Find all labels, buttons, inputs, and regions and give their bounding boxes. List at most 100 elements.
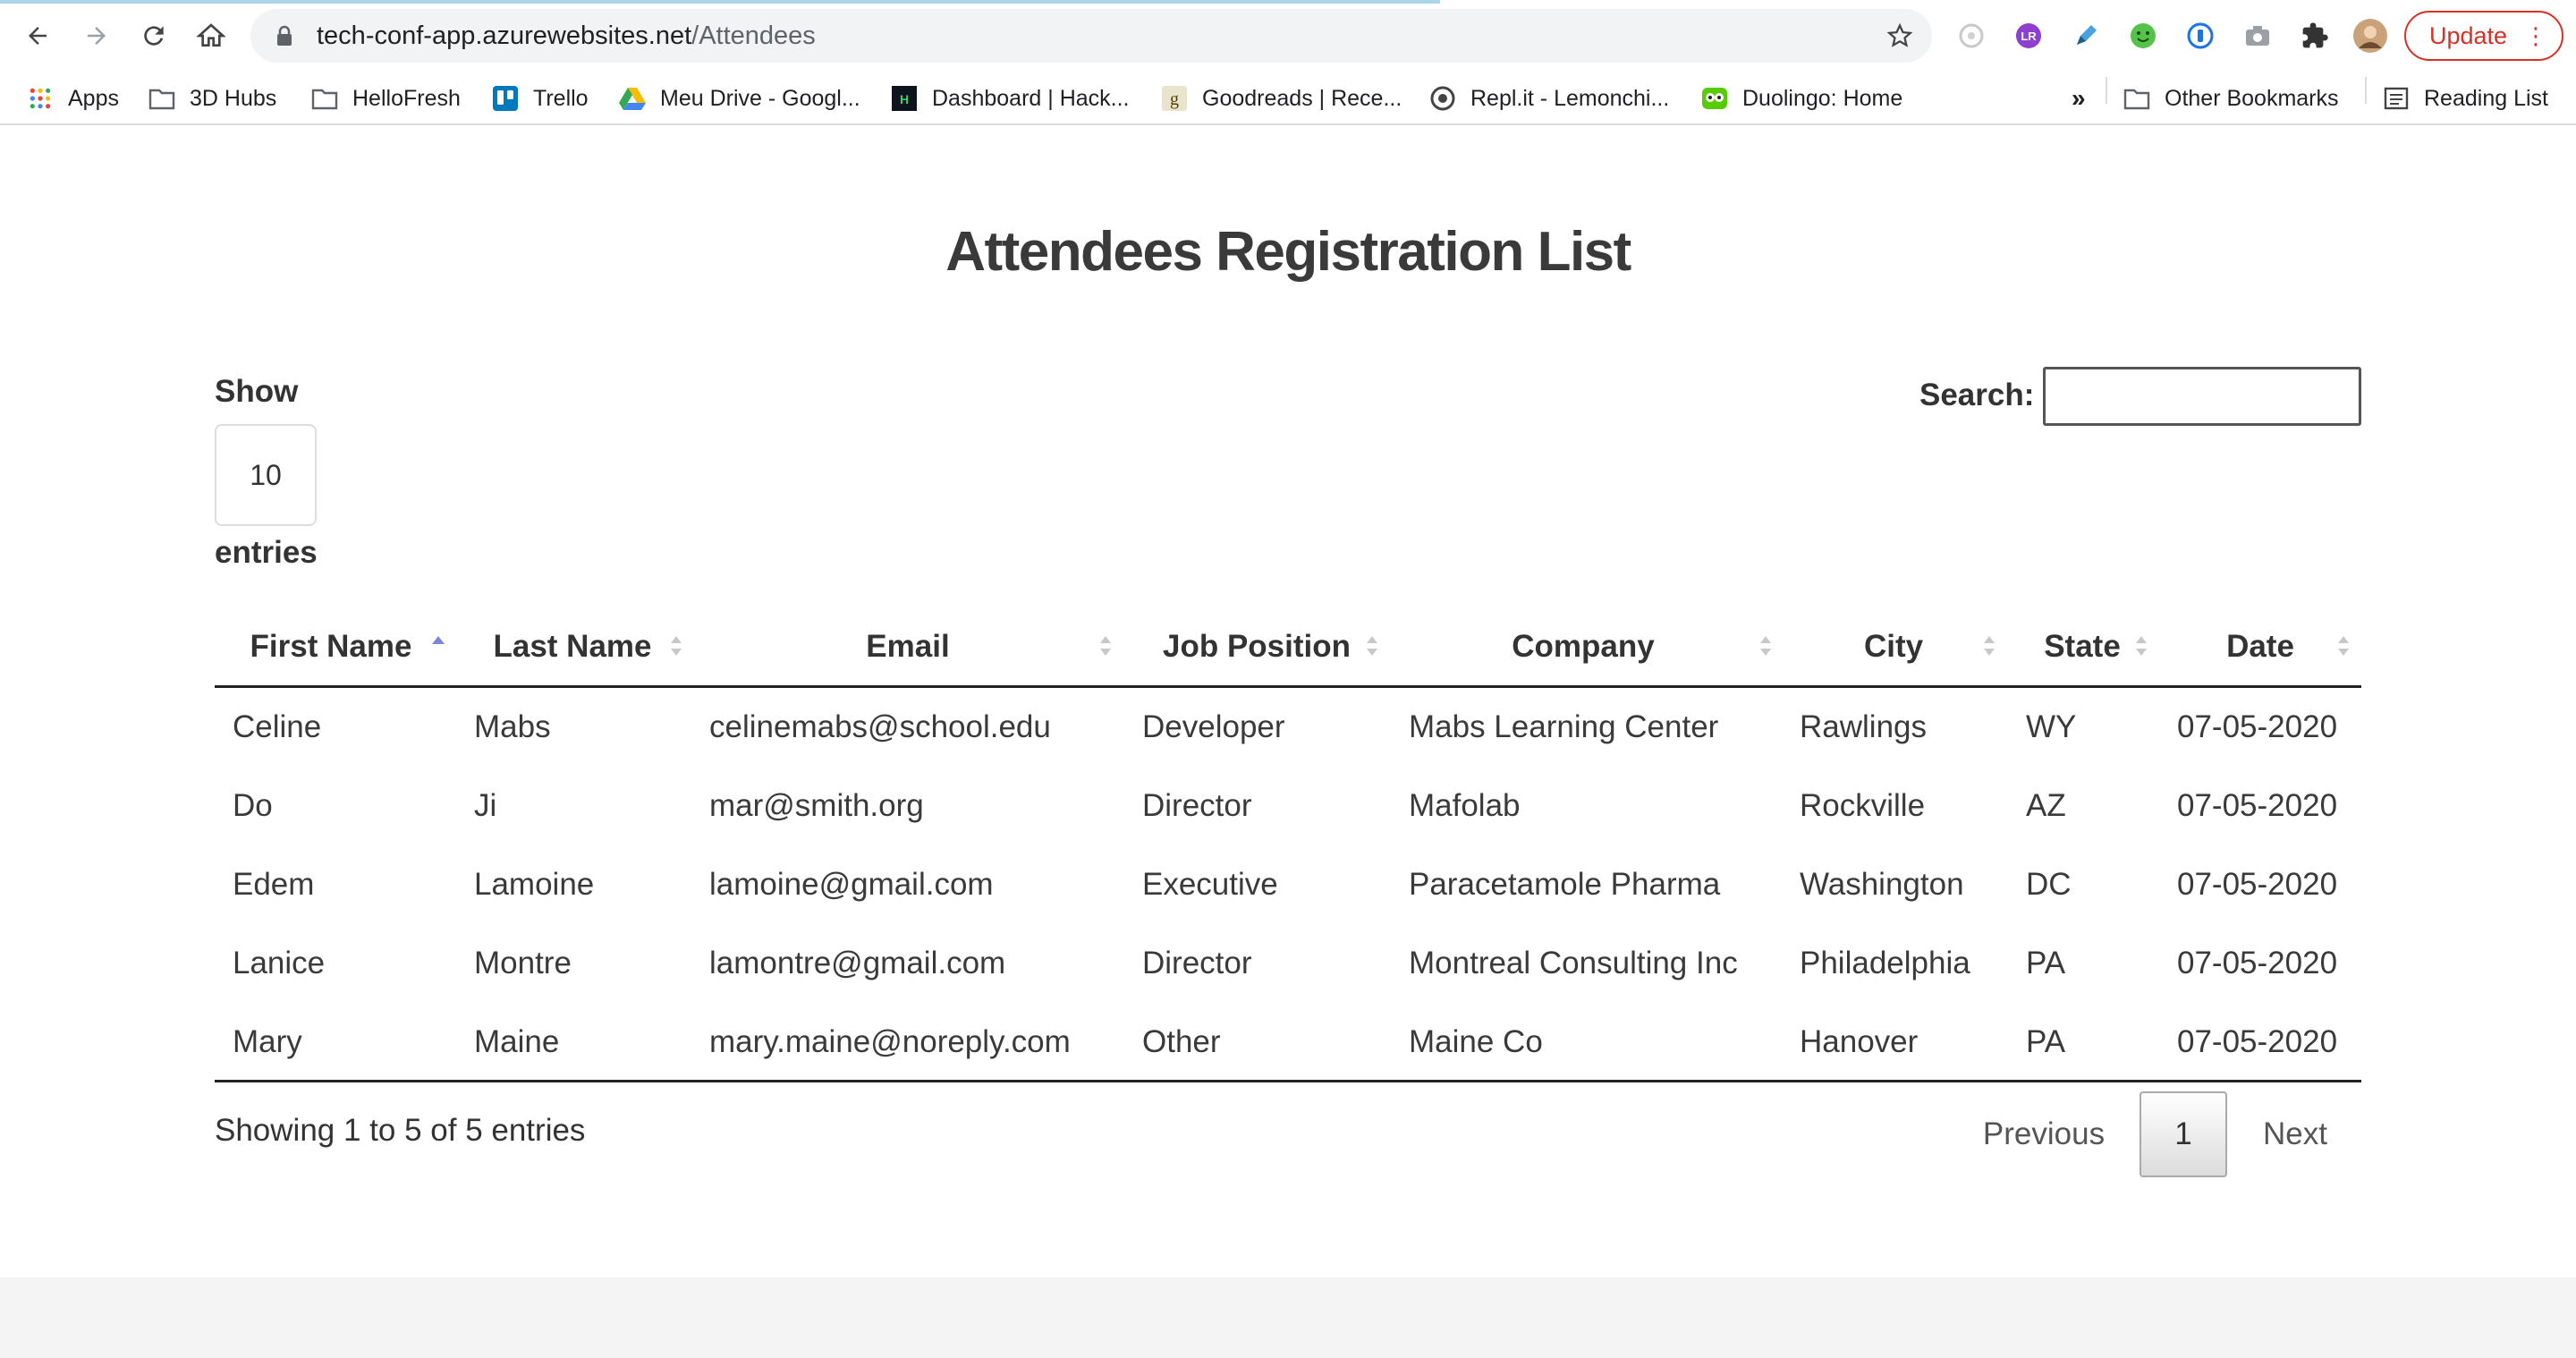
column-header-company[interactable]: Company [1449, 617, 1717, 676]
bookmarks-overflow-button[interactable]: » [2072, 72, 2086, 125]
column-header-email[interactable]: Email [787, 617, 1029, 676]
extension-lr-icon[interactable]: LR [2011, 18, 2046, 54]
svg-text:g: g [1170, 89, 1179, 109]
bookmarks-divider [2106, 77, 2107, 104]
cell-city: Rawlings [1800, 709, 1927, 744]
bookmark-apps[interactable]: Apps [27, 72, 119, 125]
extension-password-icon[interactable] [2182, 18, 2218, 54]
bookmark-google-drive[interactable]: Meu Drive - Googl... [619, 72, 860, 125]
cell-state: WY [2026, 709, 2077, 744]
table-footer-divider [215, 1080, 2361, 1082]
bookmark-label: Goodreads | Rece... [1202, 85, 1402, 111]
extension-highlighter-icon[interactable] [2068, 18, 2104, 54]
column-header-label: State [2044, 629, 2121, 664]
bookmarks-divider [2365, 77, 2367, 104]
column-header-label: First Name [250, 629, 412, 664]
overflow-chevron-icon: » [2072, 84, 2086, 112]
page-footer [0, 1277, 2576, 1358]
bookmark-duolingo[interactable]: Duolingo: Home [1701, 72, 1902, 125]
cell-city: Philadelphia [1800, 946, 1970, 980]
cell-job-position: Other [1142, 1024, 1221, 1059]
cell-job-position: Director [1142, 788, 1252, 823]
bookmark-star-icon[interactable] [1884, 20, 1916, 52]
cell-email: lamoine@gmail.com [709, 867, 994, 902]
home-button[interactable] [191, 16, 231, 55]
page-load-progress [0, 0, 1440, 4]
reading-list-icon [2383, 85, 2410, 112]
sort-both-icon [2136, 636, 2147, 656]
cell-email: lamontre@gmail.com [709, 946, 1006, 980]
sort-ascending-icon [432, 636, 445, 644]
update-button[interactable]: Update ⋮ [2404, 11, 2563, 61]
forward-arrow-icon [88, 27, 106, 45]
profile-avatar-icon[interactable] [2352, 18, 2388, 54]
column-header-job-position[interactable]: Job Position [1154, 617, 1360, 676]
forward-button[interactable] [77, 16, 116, 55]
pagination-page-1-button[interactable]: 1 [2140, 1091, 2227, 1177]
entries-label: entries [215, 535, 318, 570]
bookmark-label: Duolingo: Home [1742, 85, 1903, 111]
table-header-divider [215, 685, 2361, 688]
bookmark-3d-hubs[interactable]: 3D Hubs [148, 72, 276, 125]
bookmark-label: HelloFresh [352, 85, 461, 111]
reload-button[interactable] [134, 16, 174, 55]
cell-date: 07-05-2020 [2177, 867, 2338, 902]
cell-email: celinemabs@school.edu [709, 709, 1051, 744]
cell-date: 07-05-2020 [2177, 788, 2338, 823]
pagination-next-button[interactable]: Next [2250, 1091, 2340, 1177]
bookmark-hackerrank[interactable]: H Dashboard | Hack... [891, 72, 1129, 125]
column-header-label: Last Name [493, 629, 652, 664]
cell-last-name: Ji [474, 788, 497, 823]
extension-green-face-icon[interactable] [2125, 18, 2161, 54]
column-header-label: City [1863, 629, 1924, 664]
address-bar[interactable]: tech-conf-app.azurewebsites.net/Attendee… [250, 9, 1932, 63]
reading-list-button[interactable]: Reading List [2383, 72, 2548, 125]
bookmark-label: Meu Drive - Googl... [660, 85, 860, 111]
cell-city: Rockville [1800, 788, 1926, 823]
column-header-first-name[interactable]: First Name [250, 617, 412, 676]
extension-camera-icon[interactable] [2240, 18, 2275, 54]
folder-icon [311, 85, 338, 112]
google-drive-icon [619, 85, 646, 112]
bookmark-hellofresh[interactable]: HelloFresh [311, 72, 461, 125]
cell-company: Mabs Learning Center [1409, 709, 1719, 744]
table-info: Showing 1 to 5 of 5 entries [215, 1113, 586, 1148]
bookmark-trello[interactable]: Trello [492, 72, 589, 125]
address-url[interactable]: tech-conf-app.azurewebsites.net/Attendee… [317, 21, 816, 51]
cell-job-position: Developer [1142, 709, 1285, 744]
browser-toolbar: tech-conf-app.azurewebsites.net/Attendee… [0, 0, 2576, 72]
bookmark-goodreads[interactable]: g Goodreads | Rece... [1161, 72, 1402, 125]
sort-both-icon [1984, 636, 1995, 656]
search-input[interactable] [2043, 367, 2361, 426]
column-header-state[interactable]: State [2030, 617, 2134, 676]
column-header-city[interactable]: City [1825, 617, 1962, 676]
bookmark-label: 3D Hubs [190, 85, 277, 111]
cell-state: AZ [2026, 788, 2066, 823]
extensions-puzzle-icon[interactable] [2297, 18, 2333, 54]
back-button[interactable] [18, 16, 57, 55]
column-header-last-name[interactable]: Last Name [483, 617, 662, 676]
cell-email: mar@smith.org [709, 788, 924, 823]
column-header-label: Job Position [1163, 629, 1351, 664]
pagination-previous-button[interactable]: Previous [1977, 1091, 2111, 1177]
column-header-label: Email [866, 629, 950, 664]
bookmarks-bar: Apps 3D Hubs HelloFresh Trello Meu Drive… [0, 72, 2576, 125]
trello-icon [492, 85, 519, 112]
page-length-select[interactable]: 10 [215, 424, 317, 526]
bookmark-other-bookmarks[interactable]: Other Bookmarks [2123, 72, 2339, 125]
reload-icon [144, 26, 164, 46]
cell-date: 07-05-2020 [2177, 946, 2338, 980]
cell-company: Paracetamole Pharma [1409, 867, 1721, 902]
page-title: Attendees Registration List [945, 221, 1631, 283]
more-vert-icon: ⋮ [2524, 22, 2547, 49]
cell-company: Maine Co [1409, 1024, 1543, 1059]
apps-grid-icon [27, 85, 54, 112]
bookmark-label: Dashboard | Hack... [932, 85, 1130, 111]
extension-timer-icon[interactable] [1953, 18, 1989, 54]
cell-state: PA [2026, 1024, 2066, 1059]
column-header-date[interactable]: Date [2182, 617, 2338, 676]
cell-date: 07-05-2020 [2177, 709, 2338, 744]
goodreads-icon: g [1161, 85, 1188, 112]
bookmark-replit[interactable]: Repl.it - Lemonchi... [1429, 72, 1669, 125]
column-header-label: Date [2226, 629, 2294, 664]
